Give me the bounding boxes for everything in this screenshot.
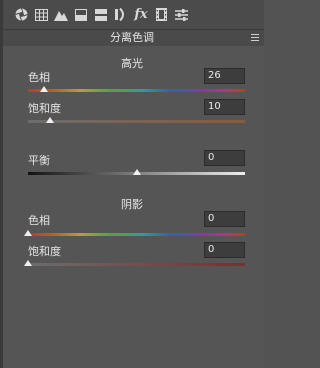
highlights-hue-label: 色相 [28,71,50,84]
fx-icon[interactable]: fx [133,6,149,24]
sliders-icon[interactable] [173,6,189,24]
shadows-title: 阴影 [121,198,143,211]
split-icon[interactable] [73,6,89,24]
shadows-saturation-field[interactable]: 0 [204,242,245,258]
highlights-hue-field[interactable]: 26 [204,68,245,84]
balance-field[interactable]: 0 [204,150,245,166]
highlights-saturation-thumb[interactable] [45,117,54,123]
panel-menu-icon[interactable] [251,34,259,41]
highlights-hue-thumb[interactable] [39,86,48,92]
shadows-saturation-slider[interactable] [28,263,245,266]
shadows-hue-label: 色相 [28,214,50,227]
shadows-hue-field[interactable]: 0 [204,211,245,227]
stack-icon[interactable] [93,6,109,24]
balance-label: 平衡 [28,154,50,167]
highlights-saturation-label: 饱和度 [28,102,61,115]
shadows-saturation-thumb[interactable] [24,260,32,266]
panel-title: 分离色调 [110,31,154,44]
grid-icon[interactable] [33,6,49,24]
panel-toolbar: fx [3,0,264,30]
shadows-hue-slider[interactable] [28,233,245,236]
highlights-saturation-field[interactable]: 10 [204,99,245,115]
film-icon[interactable] [153,6,169,24]
shadows-hue-thumb[interactable] [24,230,32,236]
mountains-icon[interactable] [53,6,69,24]
highlights-hue-slider[interactable] [28,89,245,92]
balance-thumb[interactable] [132,169,141,175]
highlights-saturation-slider[interactable] [28,120,245,123]
shadows-saturation-label: 饱和度 [28,245,61,258]
aperture-icon[interactable] [13,6,29,24]
lens-icon[interactable] [113,6,129,24]
